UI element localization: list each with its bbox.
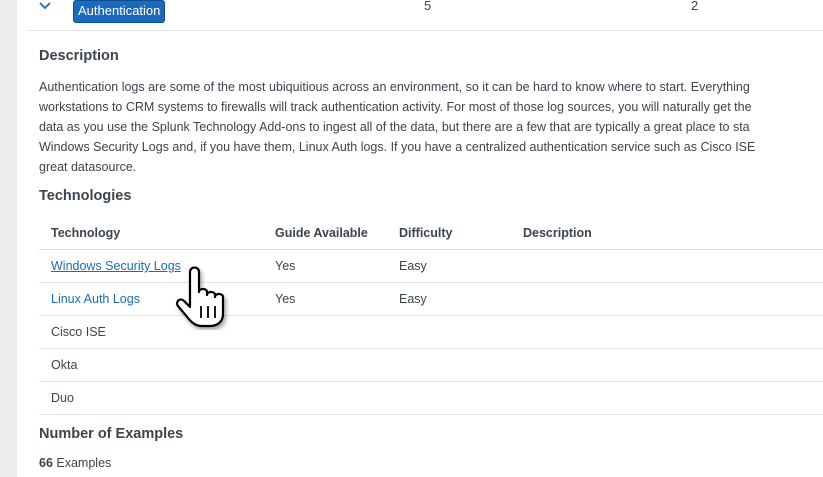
- left-gutter: [0, 0, 17, 477]
- description-line: workstations to CRM systems to firewalls…: [39, 100, 752, 114]
- category-badge[interactable]: Authentication: [73, 0, 166, 23]
- header-description[interactable]: Description: [511, 216, 823, 250]
- description-line: Authentication logs are some of the most…: [39, 80, 750, 94]
- guide-cell: Yes: [263, 282, 387, 316]
- table-header-row: Technology Guide Available Difficulty De…: [39, 216, 823, 250]
- description-title: Description: [39, 48, 119, 64]
- difficulty-cell: Easy: [387, 249, 511, 283]
- difficulty-cell: [387, 315, 511, 349]
- tech-link-windows-security-logs[interactable]: Windows Security Logs: [51, 259, 181, 273]
- guide-cell: [263, 381, 387, 415]
- description-cell: [511, 315, 823, 349]
- examples-number: 66: [39, 456, 53, 470]
- difficulty-cell: Easy: [387, 282, 511, 316]
- description-line: data as you use the Splunk Technology Ad…: [39, 120, 750, 134]
- examples-title: Number of Examples: [39, 426, 184, 442]
- examples-count: 66 Examples: [39, 456, 111, 470]
- chevron-down-icon[interactable]: [38, 0, 52, 12]
- description-line: Windows Security Logs and, if you have t…: [39, 140, 756, 154]
- difficulty-cell: [387, 381, 511, 415]
- technologies-title: Technologies: [39, 188, 132, 204]
- technologies-table: Technology Guide Available Difficulty De…: [39, 216, 823, 415]
- guide-cell: Yes: [263, 249, 387, 283]
- table-row: Linux Auth Logs Yes Easy: [39, 282, 823, 316]
- hand-pointer-cursor-icon: [176, 266, 225, 328]
- header-technology[interactable]: Technology: [39, 216, 263, 250]
- guide-cell: [263, 315, 387, 349]
- header-guide[interactable]: Guide Available: [263, 216, 387, 250]
- table-row: Windows Security Logs Yes Easy: [39, 249, 823, 283]
- guide-cell: [263, 348, 387, 382]
- table-row: Cisco ISE: [39, 315, 823, 349]
- tech-name: Okta: [39, 348, 263, 382]
- table-row: Duo: [39, 381, 823, 415]
- description-cell: [511, 348, 823, 382]
- tech-link-linux-auth-logs[interactable]: Linux Auth Logs: [51, 292, 140, 306]
- category-count-b: 2: [691, 0, 699, 13]
- description-text: Authentication logs are some of the most…: [39, 77, 823, 177]
- difficulty-cell: [387, 348, 511, 382]
- examples-unit: Examples: [56, 456, 112, 470]
- table-row: Okta: [39, 348, 823, 382]
- category-row[interactable]: Authentication 5 2: [28, 0, 823, 31]
- description-cell: [511, 381, 823, 415]
- description-cell: [511, 282, 823, 316]
- tech-name: Duo: [39, 381, 263, 415]
- header-difficulty[interactable]: Difficulty: [387, 216, 511, 250]
- description-cell: [511, 249, 823, 283]
- description-line: great datasource.: [39, 160, 137, 174]
- category-count-a: 5: [424, 0, 432, 13]
